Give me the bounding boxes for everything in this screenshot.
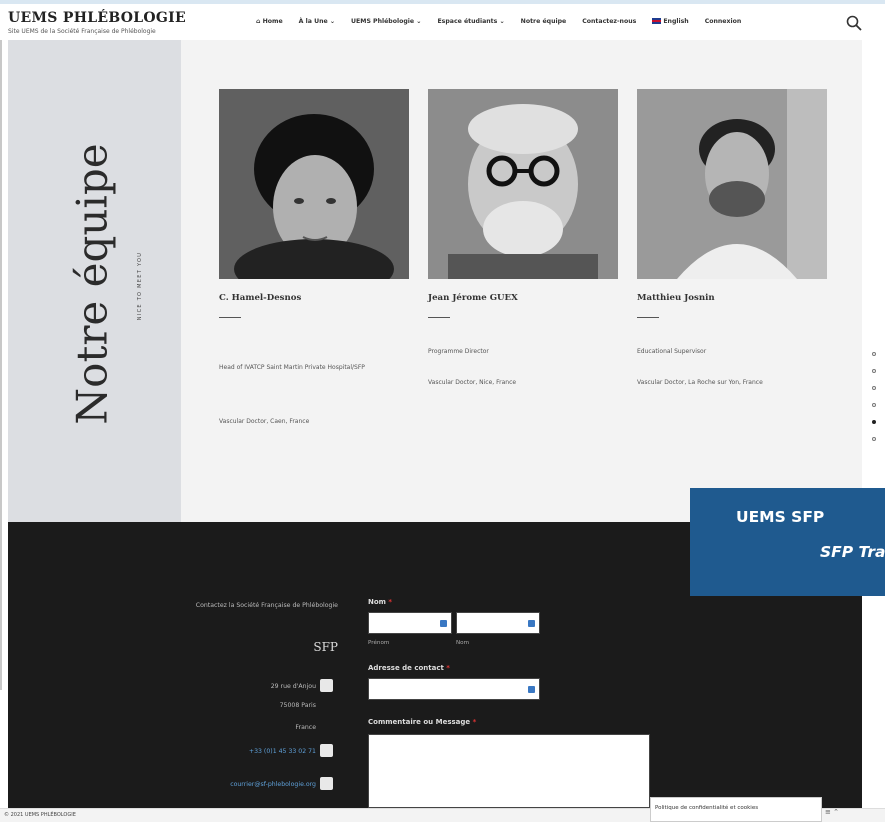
nav-contact[interactable]: Contactez-nous	[582, 18, 636, 25]
autofill-icon	[440, 620, 447, 627]
team-member-card: Jean Jérome GUEX Programme Director Vasc…	[428, 89, 618, 386]
phone-link[interactable]: +33 (0)1 45 33 02 71	[249, 748, 316, 755]
nav-english-label: English	[663, 18, 689, 25]
banner-subtitle: SFP Tra	[820, 543, 885, 561]
message-textarea[interactable]	[368, 734, 650, 808]
pagination-dot[interactable]	[872, 386, 876, 390]
building-icon	[320, 679, 333, 692]
first-name-sublabel: Prénom	[368, 640, 390, 646]
name-label: Nom *	[368, 598, 393, 606]
email-input[interactable]	[368, 678, 540, 700]
member-name: Matthieu Josnin	[637, 293, 715, 303]
brand-tagline: Site UEMS de la Société Française de Phl…	[8, 28, 156, 35]
divider	[637, 317, 659, 318]
member-location: Vascular Doctor, Caen, France	[219, 418, 310, 425]
address-line-2: 75008 Paris	[279, 702, 316, 709]
brand-title[interactable]: UEMS PHLÉBOLOGIE	[8, 10, 186, 26]
member-role: Programme Director	[428, 348, 489, 355]
nav-uems-phlebologie[interactable]: UEMS Phlébologie ⌄	[351, 18, 421, 25]
address-line-1: 29 rue d'Anjou	[270, 683, 316, 690]
toolbar-icons[interactable]: ≡ ⌃	[825, 808, 839, 816]
first-name-input[interactable]	[368, 612, 452, 634]
team-member-card: Matthieu Josnin Educational Supervisor V…	[637, 89, 827, 386]
member-photo	[637, 89, 827, 279]
address-line-3: France	[295, 724, 316, 731]
pagination-dot[interactable]	[872, 403, 876, 407]
email-label: Adresse de contact *	[368, 664, 450, 672]
privacy-cookies-button[interactable]: Politique de confidentialité et cookies	[650, 797, 822, 822]
banner-title: UEMS SFP	[736, 508, 825, 526]
last-name-sublabel: Nom	[456, 640, 470, 646]
divider	[219, 317, 241, 318]
team-subtitle: NICE TO MEET YOU	[137, 251, 143, 321]
autofill-icon	[528, 686, 535, 693]
pagination-dot-active[interactable]	[872, 420, 876, 424]
envelope-icon	[320, 777, 333, 790]
member-name: Jean Jérome GUEX	[428, 293, 518, 303]
pagination-dot[interactable]	[872, 352, 876, 356]
search-icon[interactable]	[846, 15, 862, 31]
page-edge-line	[0, 40, 2, 690]
message-label: Commentaire ou Message *	[368, 718, 477, 726]
team-title: Notre équipe	[67, 143, 117, 425]
nav-connexion[interactable]: Connexion	[705, 18, 742, 25]
site-header: UEMS PHLÉBOLOGIE Site UEMS de la Société…	[0, 0, 885, 40]
slider-pagination	[872, 352, 876, 454]
nav-home[interactable]: ⌂ Home	[256, 18, 283, 25]
brand[interactable]: UEMS PHLÉBOLOGIE Site UEMS de la Société…	[8, 10, 186, 35]
team-title-panel: Notre équipe NICE TO MEET YOU	[8, 40, 181, 522]
member-name: C. Hamel-Desnos	[219, 293, 302, 303]
member-location: Vascular Doctor, La Roche sur Yon, Franc…	[637, 379, 763, 386]
divider	[428, 317, 450, 318]
team-section: Notre équipe NICE TO MEET YOU C. Hamel-D…	[8, 40, 862, 522]
member-photo	[219, 89, 409, 279]
member-role: Educational Supervisor	[637, 348, 707, 355]
nav-notre-equipe[interactable]: Notre équipe	[521, 18, 567, 25]
org-name: SFP	[313, 640, 338, 654]
promo-banner[interactable]: UEMS SFP SFP Tra	[690, 488, 885, 596]
email-link[interactable]: courrier@sf-phlebologie.org	[230, 781, 316, 788]
uk-flag-icon	[652, 18, 662, 24]
pagination-dot[interactable]	[872, 369, 876, 373]
phone-icon	[320, 744, 333, 757]
member-role: Head of IVATCP Saint Martin Private Hosp…	[219, 364, 365, 371]
member-location: Vascular Doctor, Nice, France	[428, 379, 517, 386]
last-name-input[interactable]	[456, 612, 540, 634]
nav-a-la-une[interactable]: À la Une ⌄	[299, 18, 335, 25]
team-member-card: C. Hamel-Desnos Head of IVATCP Saint Mar…	[219, 89, 409, 425]
member-photo	[428, 89, 618, 279]
autofill-icon	[528, 620, 535, 627]
copyright: © 2021 UEMS PHLÉBOLOGIE	[4, 812, 76, 818]
main-nav: ⌂ Home À la Une ⌄ UEMS Phlébologie ⌄ Esp…	[256, 18, 757, 25]
nav-espace-etudiants[interactable]: Espace étudiants ⌄	[437, 18, 504, 25]
nav-english[interactable]: English	[652, 18, 689, 25]
contact-intro: Contactez la Société Française de Phlébo…	[195, 602, 338, 609]
pagination-dot[interactable]	[872, 437, 876, 441]
